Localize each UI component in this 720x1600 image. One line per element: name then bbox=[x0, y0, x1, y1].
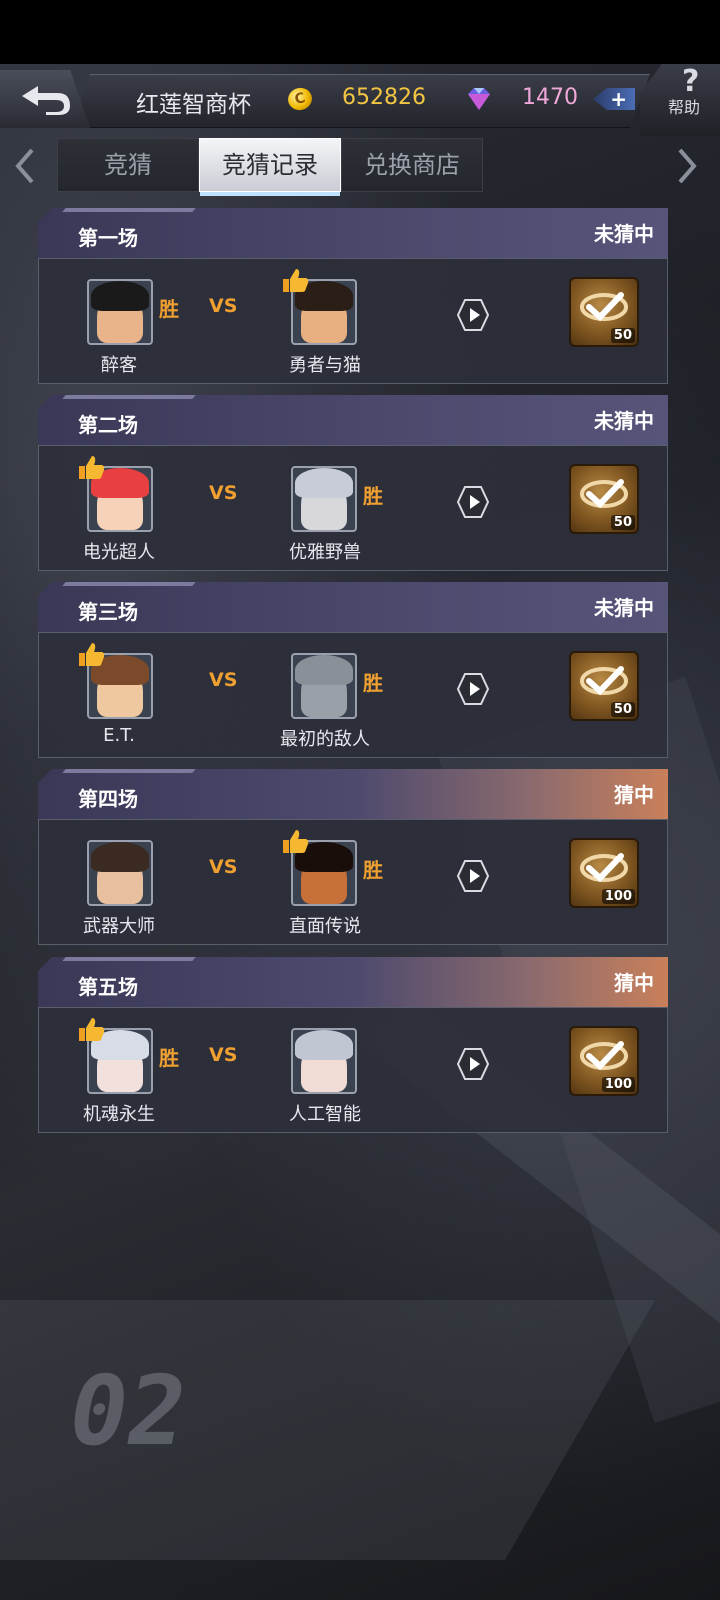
back-arrow-icon bbox=[22, 86, 70, 115]
reward-amount: 50 bbox=[610, 515, 635, 530]
play-replay-icon[interactable] bbox=[457, 1048, 489, 1080]
team-a-name: 机魂永生 bbox=[83, 1104, 155, 1125]
match-label: 第四场 bbox=[78, 787, 138, 811]
winner-badge: 胜 bbox=[159, 1046, 179, 1070]
reward-amount: 100 bbox=[601, 889, 635, 904]
chevron-right-icon[interactable] bbox=[672, 146, 702, 186]
checkmark-icon bbox=[580, 292, 628, 322]
background-number: 02 bbox=[60, 1355, 196, 1467]
thumbs-up-icon bbox=[281, 267, 309, 293]
team-b-avatar[interactable] bbox=[291, 1028, 357, 1094]
match-result-status: 未猜中 bbox=[594, 596, 654, 620]
team-b-name: 最初的敌人 bbox=[280, 729, 370, 750]
team-a-name: E.T. bbox=[103, 725, 135, 746]
match-card: 第二场 未猜中 胜 VS 电光超人 优雅野兽 50 bbox=[38, 395, 668, 573]
match-card: 第三场 未猜中 胜 VS E.T. 最初的敌人 50 bbox=[38, 582, 668, 760]
winner-badge: 胜 bbox=[363, 858, 383, 882]
thumbs-up-icon bbox=[77, 1016, 105, 1042]
tab-guess[interactable]: 竞猜 bbox=[57, 138, 199, 192]
play-replay-icon[interactable] bbox=[457, 860, 489, 892]
team-a-name: 武器大师 bbox=[83, 916, 155, 937]
match-card: 第五场 猜中 胜 VS 机魂永生 人工智能 100 bbox=[38, 957, 668, 1135]
help-label: 帮助 bbox=[668, 98, 701, 117]
status-bar bbox=[0, 0, 720, 64]
tab-guess-records[interactable]: 竞猜记录 bbox=[199, 138, 341, 196]
play-replay-icon[interactable] bbox=[457, 299, 489, 331]
match-card: 第四场 猜中 胜 VS 武器大师 直面传说 100 bbox=[38, 769, 668, 947]
play-replay-icon[interactable] bbox=[457, 673, 489, 705]
team-a-name: 电光超人 bbox=[83, 542, 155, 563]
reward-amount: 50 bbox=[610, 702, 635, 717]
play-replay-icon[interactable] bbox=[457, 486, 489, 518]
match-body: 胜 VS 电光超人 优雅野兽 50 bbox=[38, 445, 668, 571]
match-label: 第二场 bbox=[78, 413, 138, 437]
team-b-avatar[interactable] bbox=[291, 653, 357, 719]
thumbs-up-icon bbox=[281, 828, 309, 854]
gem-icon bbox=[468, 88, 490, 110]
winner-badge: 胜 bbox=[363, 671, 383, 695]
match-label: 第三场 bbox=[78, 600, 138, 624]
help-button[interactable]: ? 帮助 bbox=[640, 64, 720, 136]
match-body: 胜 VS 醉客 勇者与猫 50 bbox=[38, 258, 668, 384]
match-card: 第一场 未猜中 胜 VS 醉客 勇者与猫 50 bbox=[38, 208, 668, 386]
reward-chest-button[interactable]: 50 bbox=[569, 277, 639, 347]
coin-balance: 652826 bbox=[342, 85, 426, 110]
match-result-status: 猜中 bbox=[614, 783, 654, 807]
thumbs-up-icon bbox=[77, 454, 105, 480]
vs-label: VS bbox=[209, 856, 238, 878]
vs-label: VS bbox=[209, 1044, 238, 1066]
reward-chest-button[interactable]: 100 bbox=[569, 838, 639, 908]
match-body: 胜 VS 机魂永生 人工智能 100 bbox=[38, 1007, 668, 1133]
team-b-name: 勇者与猫 bbox=[289, 355, 361, 376]
reward-amount: 50 bbox=[610, 328, 635, 343]
vs-label: VS bbox=[209, 669, 238, 691]
vs-label: VS bbox=[209, 482, 238, 504]
match-result-status: 猜中 bbox=[614, 971, 654, 995]
winner-badge: 胜 bbox=[159, 297, 179, 321]
match-result-status: 未猜中 bbox=[594, 409, 654, 433]
match-body: 胜 VS 武器大师 直面传说 100 bbox=[38, 819, 668, 945]
match-body: 胜 VS E.T. 最初的敌人 50 bbox=[38, 632, 668, 758]
match-result-status: 未猜中 bbox=[594, 222, 654, 246]
team-b-name: 人工智能 bbox=[289, 1104, 361, 1125]
event-title: 红莲智商杯 bbox=[136, 92, 251, 118]
match-label: 第五场 bbox=[78, 975, 138, 999]
team-a-avatar[interactable] bbox=[87, 279, 153, 345]
team-a-name: 醉客 bbox=[101, 355, 137, 376]
team-a-avatar[interactable] bbox=[87, 840, 153, 906]
reward-chest-button[interactable]: 50 bbox=[569, 651, 639, 721]
team-b-name: 直面传说 bbox=[289, 916, 361, 937]
tab-bar: 竞猜 竞猜记录 兑换商店 bbox=[0, 136, 720, 196]
checkmark-icon bbox=[580, 1041, 628, 1071]
reward-chest-button[interactable]: 100 bbox=[569, 1026, 639, 1096]
vs-label: VS bbox=[209, 295, 238, 317]
gem-balance: 1470 bbox=[522, 85, 578, 110]
reward-chest-button[interactable]: 50 bbox=[569, 464, 639, 534]
checkmark-icon bbox=[580, 853, 628, 883]
back-button[interactable] bbox=[0, 70, 90, 128]
tab-exchange-shop[interactable]: 兑换商店 bbox=[341, 138, 483, 192]
team-b-name: 优雅野兽 bbox=[289, 542, 361, 563]
chevron-left-icon[interactable] bbox=[10, 146, 40, 186]
winner-badge: 胜 bbox=[363, 484, 383, 508]
top-header: 红莲智商杯 C 652826 1470 + ? 帮助 bbox=[0, 64, 720, 136]
match-label: 第一场 bbox=[78, 226, 138, 250]
reward-amount: 100 bbox=[601, 1077, 635, 1092]
team-b-avatar[interactable] bbox=[291, 466, 357, 532]
checkmark-icon bbox=[580, 479, 628, 509]
thumbs-up-icon bbox=[77, 641, 105, 667]
checkmark-icon bbox=[580, 666, 628, 696]
